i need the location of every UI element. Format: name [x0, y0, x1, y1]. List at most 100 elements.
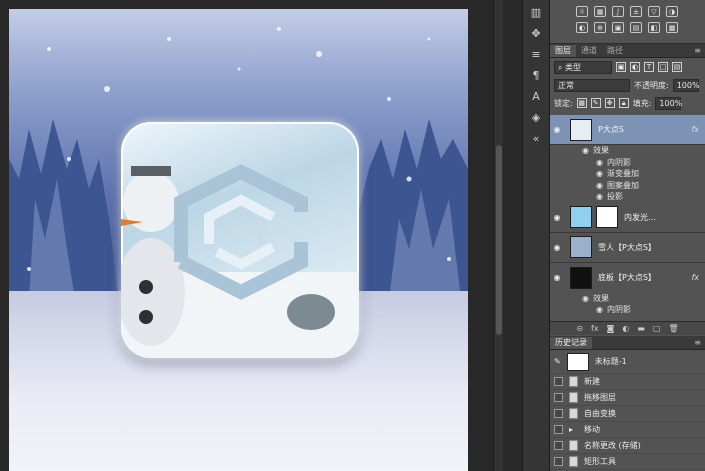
lock-all-icon[interactable]: 🔒︎	[618, 98, 629, 108]
fx-icon[interactable]: fx	[691, 273, 699, 282]
photo-filter-icon[interactable]: ◐	[576, 22, 588, 33]
visibility-eye-icon[interactable]: ◉	[550, 125, 564, 134]
levels-adjust-icon[interactable]: ▦	[594, 6, 606, 17]
eye-icon[interactable]: ◉	[582, 146, 589, 155]
brightness-adjust-icon[interactable]: ☼	[576, 6, 588, 17]
add-mask-icon[interactable]: ◙	[607, 322, 615, 335]
channel-mixer-icon[interactable]: ⊕	[594, 22, 606, 33]
document-icon	[569, 408, 578, 419]
history-label: 新建	[584, 377, 600, 386]
history-item[interactable]: 矩形工具	[550, 454, 705, 470]
lock-position-icon[interactable]: ✥	[604, 98, 615, 108]
history-item[interactable]: 自由变换	[550, 406, 705, 422]
history-icon[interactable]: «	[524, 129, 548, 147]
link-layers-icon[interactable]: ⊝	[576, 322, 583, 335]
effect-item[interactable]: ◉ 图案叠加	[550, 180, 705, 192]
paragraph-icon[interactable]: ¶	[524, 66, 548, 84]
clone-source-icon[interactable]: ✥	[524, 24, 548, 42]
new-group-icon[interactable]: ▬	[637, 322, 645, 335]
effect-item[interactable]: ◉ 渐变叠加	[550, 168, 705, 180]
lock-row: 锁定: ▦ ✎ ✥ 🔒︎ 填充: 100%	[550, 94, 705, 112]
hue-adjust-icon[interactable]: ◑	[666, 6, 678, 17]
lock-label: 锁定:	[554, 98, 573, 108]
history-checkbox[interactable]	[554, 393, 563, 402]
exposure-adjust-icon[interactable]: ±	[630, 6, 642, 17]
opacity-field[interactable]: 100%	[672, 78, 700, 92]
tool-preset-icon[interactable]: ≡	[524, 45, 548, 63]
layer-thumbnail	[570, 266, 592, 289]
scrollbar-thumb[interactable]	[496, 145, 502, 335]
document-canvas[interactable]	[9, 9, 468, 471]
panel-menu-icon[interactable]: ≡	[694, 45, 705, 57]
effect-item[interactable]: ◉ 内阴影	[550, 157, 705, 169]
eye-icon[interactable]: ◉	[596, 305, 603, 314]
layer-row[interactable]: ◉ 底板【P大点S】 fx	[550, 263, 705, 293]
history-checkbox[interactable]	[554, 441, 563, 450]
history-label: 矩形工具	[584, 457, 616, 466]
brush-source-icon[interactable]: ✎	[554, 357, 561, 366]
effect-item[interactable]: ◉ 投影	[550, 191, 705, 203]
document-icon	[569, 440, 578, 451]
history-item[interactable]: 拖移图层	[550, 390, 705, 406]
eye-icon[interactable]: ◉	[596, 169, 603, 178]
adjustments-panel: ☼ ▦ ∫ ± ▽ ◑ ◐ ⊕ ▣ ▤ ◧ ▩	[550, 0, 705, 44]
posterize-icon[interactable]: ▤	[630, 22, 642, 33]
canvas-vertical-scrollbar[interactable]	[493, 0, 503, 471]
tab-paths[interactable]: 路径	[602, 45, 628, 57]
snapshot-thumbnail	[566, 352, 589, 371]
snow-app-icon[interactable]	[121, 122, 359, 358]
visibility-eye-icon[interactable]: ◉	[550, 243, 564, 252]
new-layer-icon[interactable]: ▢	[653, 322, 661, 335]
eye-icon[interactable]: ◉	[596, 192, 603, 201]
eye-icon[interactable]: ◉	[582, 294, 589, 303]
character-icon[interactable]: A	[524, 87, 548, 105]
tab-channels[interactable]: 通道	[576, 45, 602, 57]
filter-smart-icon[interactable]: ▤	[672, 62, 682, 72]
invert-icon[interactable]: ▣	[612, 22, 624, 33]
filter-kind-dropdown[interactable]: ⌕ 类型	[554, 60, 612, 74]
history-checkbox[interactable]	[554, 457, 563, 466]
fill-field[interactable]: 100%	[655, 96, 682, 110]
history-checkbox[interactable]	[554, 425, 563, 434]
visibility-eye-icon[interactable]: ◉	[550, 273, 564, 282]
filter-row: ⌕ 类型 ▣ ◐ T □ ▤	[550, 58, 705, 76]
fx-icon[interactable]: fx	[691, 125, 699, 134]
lock-transparent-icon[interactable]: ▦	[576, 98, 587, 108]
filter-pixel-icon[interactable]: ▣	[616, 62, 626, 72]
gradient-map-icon[interactable]: ▩	[666, 22, 678, 33]
layer-row[interactable]: ◉ 内发光...	[550, 203, 705, 233]
history-label: 移动	[584, 425, 600, 434]
new-adjustment-icon[interactable]: ◐	[622, 322, 629, 335]
layer-name: 底板【P大点S】	[598, 273, 656, 282]
history-item[interactable]: 新建	[550, 374, 705, 390]
curves-adjust-icon[interactable]: ∫	[612, 6, 624, 17]
vibrance-adjust-icon[interactable]: ▽	[648, 6, 660, 17]
layer-row[interactable]: ◉ P大点S fx	[550, 115, 705, 145]
panel-menu-icon[interactable]: ≡	[694, 337, 705, 349]
filter-adjust-icon[interactable]: ◐	[630, 62, 640, 72]
effects-group[interactable]: ◉ 效果	[550, 145, 705, 157]
history-item[interactable]: 名称更改 (存储)	[550, 438, 705, 454]
lock-pixels-icon[interactable]: ✎	[590, 98, 601, 108]
history-item[interactable]: ▸ 移动	[550, 422, 705, 438]
blend-mode-dropdown[interactable]: 正常	[554, 78, 630, 92]
brush-preset-icon[interactable]: ▥	[524, 3, 548, 21]
history-checkbox[interactable]	[554, 409, 563, 418]
filter-type-icon[interactable]: T	[644, 62, 654, 72]
effect-item[interactable]: ◉ 内阴影	[550, 304, 705, 316]
visibility-eye-icon[interactable]: ◉	[550, 213, 564, 222]
layer-list: ◉ P大点S fx ◉ 效果 ◉ 内阴影 ◉ 渐变叠加 ◉ 图案叠加 ◉ 投影 ◉ 内发光…	[550, 115, 705, 321]
filter-shape-icon[interactable]: □	[658, 62, 668, 72]
eye-icon[interactable]: ◉	[596, 158, 603, 167]
3d-icon[interactable]: ◈	[524, 108, 548, 126]
tab-history[interactable]: 历史记录	[550, 337, 592, 349]
threshold-icon[interactable]: ◧	[648, 22, 660, 33]
add-style-icon[interactable]: fx	[591, 322, 599, 335]
history-checkbox[interactable]	[554, 377, 563, 386]
effects-group[interactable]: ◉ 效果	[550, 293, 705, 305]
history-snapshot[interactable]: ✎ 未标题-1	[550, 350, 705, 374]
eye-icon[interactable]: ◉	[596, 181, 603, 190]
layer-row[interactable]: ◉ 雪人【P大点S】	[550, 233, 705, 263]
delete-layer-icon[interactable]: 🗑︎	[668, 322, 678, 335]
tab-layers[interactable]: 图层	[550, 45, 576, 57]
